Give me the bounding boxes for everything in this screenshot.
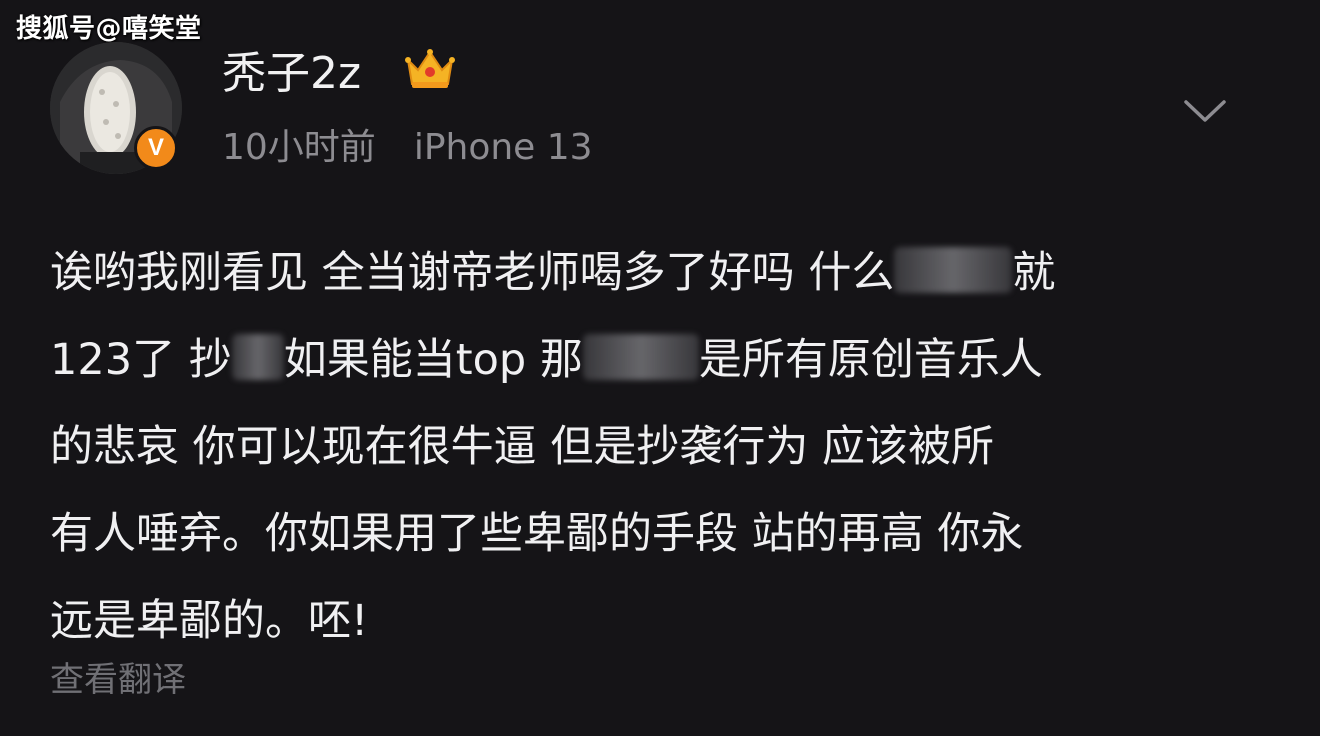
post-time: 10小时前 — [222, 127, 376, 168]
post-line: 有人唾弃。你如果用了些卑鄙的手段 站的再高 你永 — [50, 491, 1280, 578]
post-text: 是所有原创音乐人 — [698, 335, 1043, 385]
post-text: 123了 抄 — [50, 335, 232, 385]
verified-mark: V — [147, 134, 164, 161]
post-text: 的悲哀 你可以现在很牛逼 但是抄袭行为 应该被所 — [50, 422, 995, 472]
post-line: 诶哟我刚看见 全当谢帝老师喝多了好吗 什么 就 — [50, 230, 1280, 317]
post-device: iPhone 13 — [413, 127, 593, 168]
post-line: 123了 抄 如果能当top 那 是所有原创音乐人 — [50, 317, 1280, 404]
avatar[interactable]: V — [50, 42, 182, 174]
censored-blur — [582, 333, 699, 380]
post-meta: 10小时前 iPhone 13 — [222, 126, 593, 170]
post-text: 诶哟我刚看见 全当谢帝老师喝多了好吗 什么 — [50, 248, 895, 298]
watermark: 搜狐号@嘻笑堂 — [16, 14, 202, 44]
chevron-down-icon[interactable] — [1182, 96, 1228, 126]
translate-link[interactable]: 查看翻译 — [50, 656, 186, 704]
post-text: 就 — [1012, 248, 1056, 298]
censored-blur — [894, 246, 1013, 293]
censored-blur — [231, 333, 284, 380]
username[interactable]: 秃子2z — [222, 46, 361, 102]
verified-badge-icon: V — [134, 126, 178, 170]
post-content: 诶哟我刚看见 全当谢帝老师喝多了好吗 什么 就 123了 抄 如果能当top 那 是所… — [50, 230, 1280, 665]
post-line: 的悲哀 你可以现在很牛逼 但是抄袭行为 应该被所 — [50, 404, 1280, 491]
post-line: 远是卑鄙的。呸! — [50, 578, 1280, 665]
crown-icon — [405, 49, 455, 88]
post-text: 如果能当top 那 — [283, 335, 583, 385]
post-text: 有人唾弃。你如果用了些卑鄙的手段 站的再高 你永 — [50, 509, 1024, 559]
post-text: 远是卑鄙的。呸! — [50, 596, 369, 646]
